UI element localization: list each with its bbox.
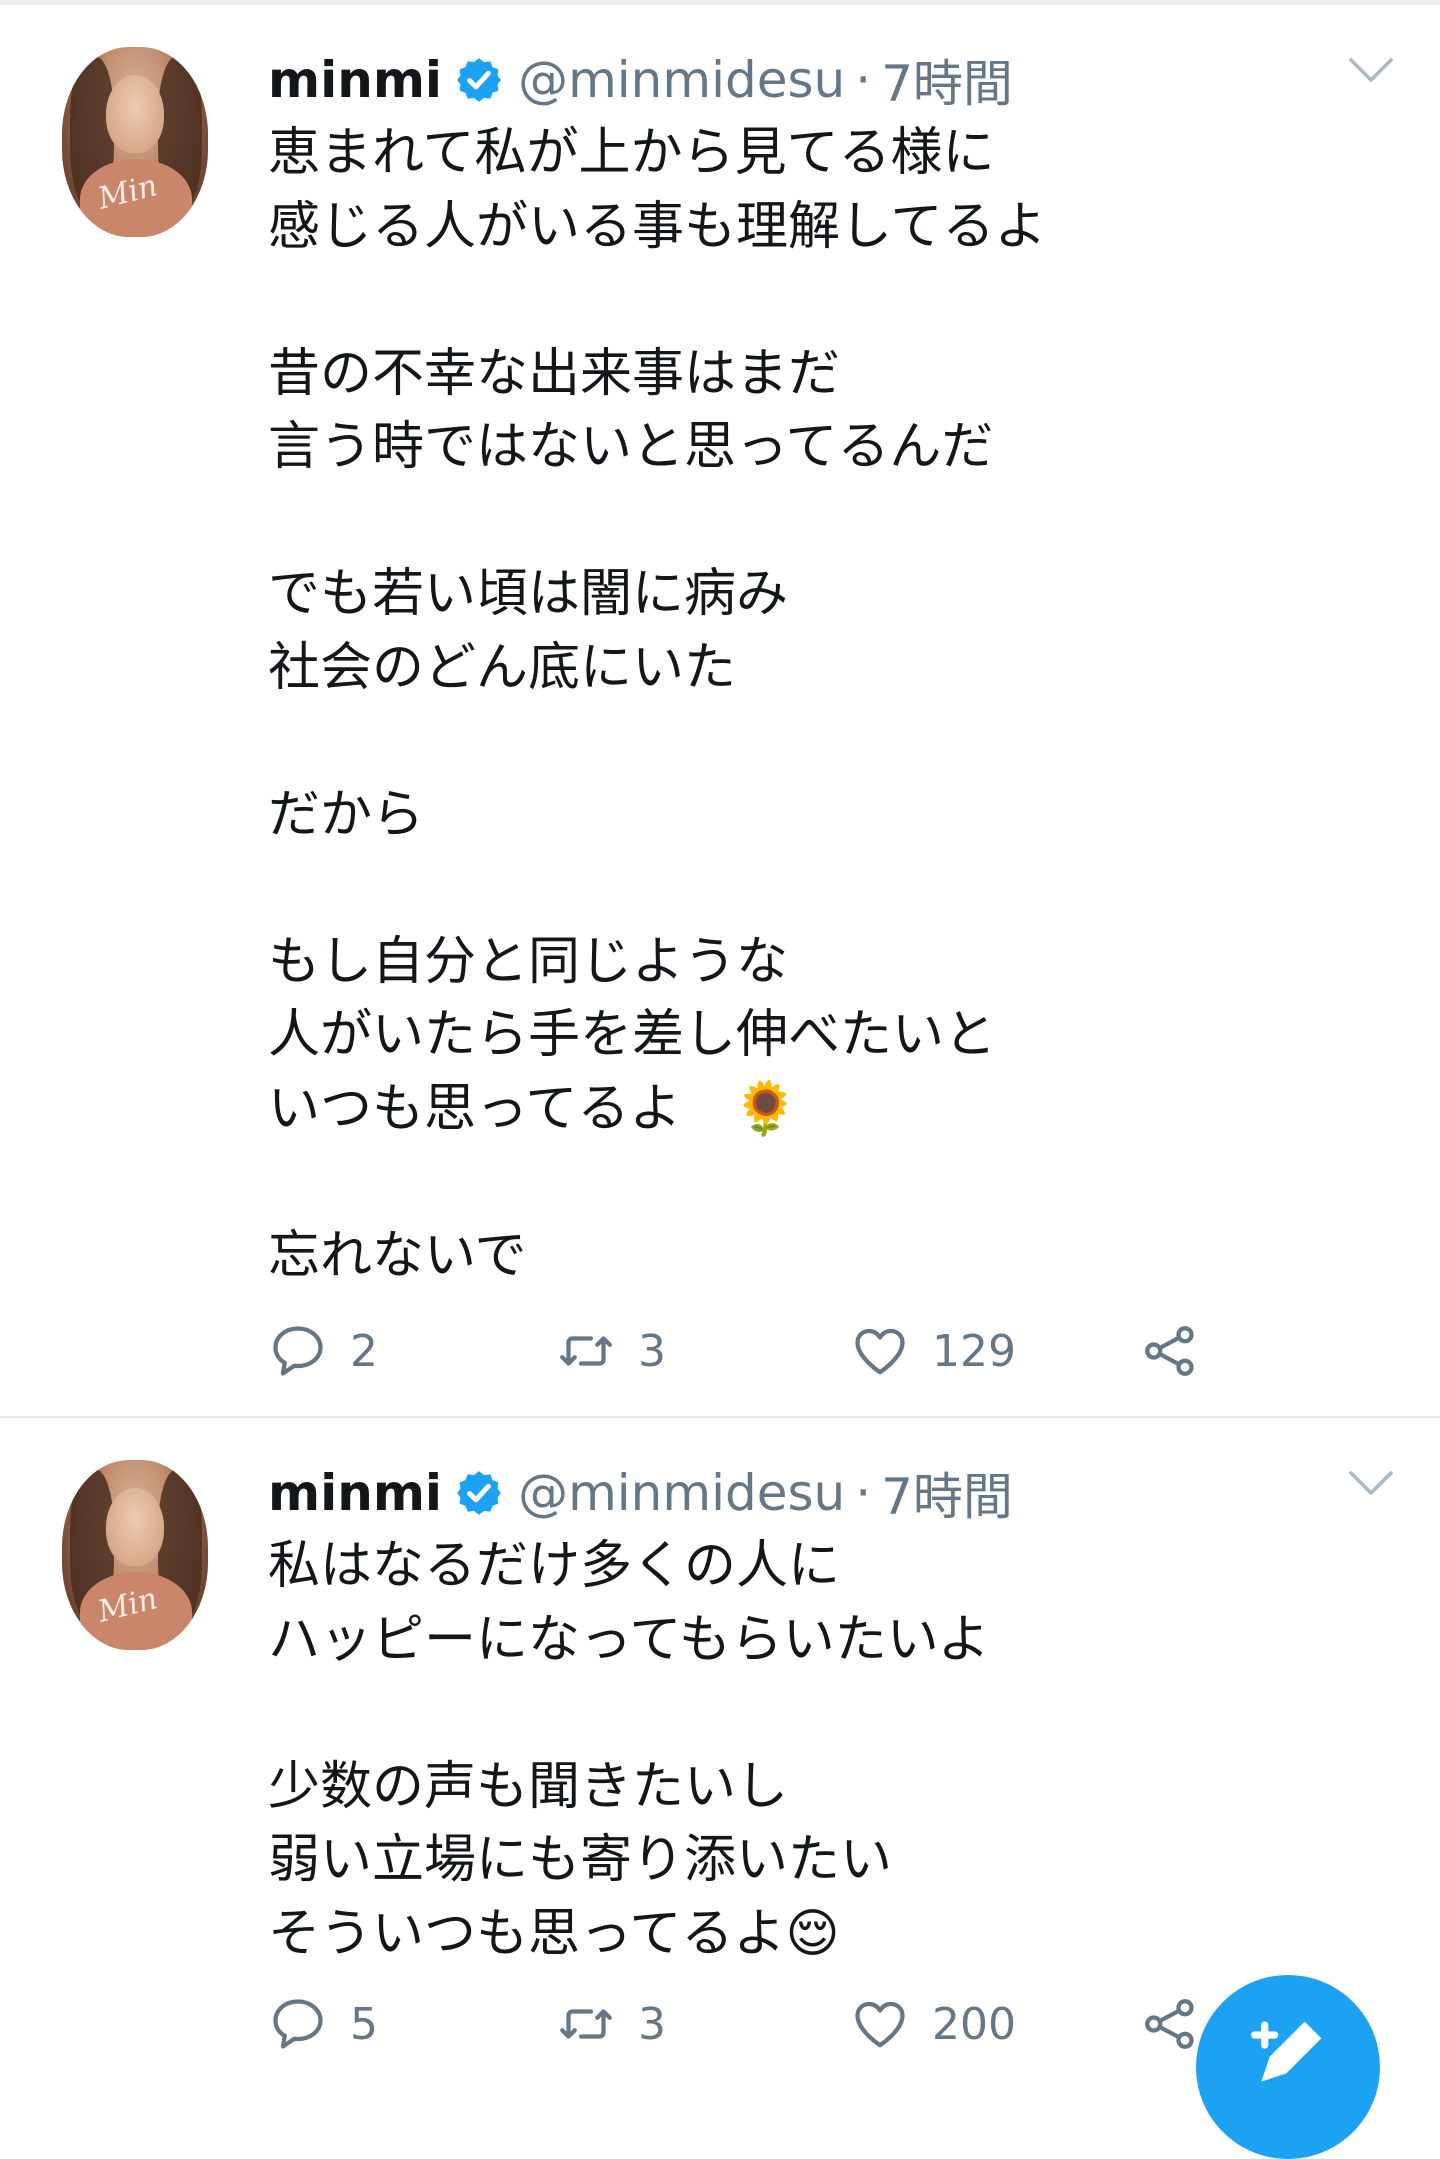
retweet-icon bbox=[560, 1336, 612, 1366]
username-handle[interactable]: @minmidesu bbox=[518, 51, 845, 109]
separator-dot: · bbox=[855, 51, 872, 109]
reply-count: 5 bbox=[350, 1998, 378, 2050]
verified-badge-icon bbox=[457, 1471, 501, 1515]
display-name[interactable]: minmi bbox=[268, 1464, 442, 1522]
reply-button[interactable]: 5 bbox=[268, 1989, 378, 2059]
like-count: 200 bbox=[932, 1998, 1016, 2050]
share-button[interactable] bbox=[1140, 1316, 1200, 1386]
share-icon bbox=[1145, 1999, 1194, 2049]
retweet-button[interactable]: 3 bbox=[556, 1316, 666, 1386]
chevron-down-icon[interactable] bbox=[1348, 55, 1394, 85]
reply-bubble-icon bbox=[273, 1999, 323, 2049]
compose-tweet-button[interactable] bbox=[1196, 1975, 1380, 2159]
share-icon bbox=[1145, 1326, 1194, 1376]
timestamp[interactable]: 7時間 bbox=[881, 1457, 1013, 1529]
tweet-header: minmi @minmidesu · 7時間 bbox=[268, 1458, 1013, 1528]
compose-tweet-icon bbox=[1251, 2021, 1322, 2082]
tweet-actions: 2 3 129 bbox=[268, 1316, 1268, 1386]
avatar-face bbox=[106, 1488, 164, 1566]
reply-button[interactable]: 2 bbox=[268, 1316, 378, 1386]
chevron-down-icon[interactable] bbox=[1348, 1468, 1394, 1498]
username-handle[interactable]: @minmidesu bbox=[518, 1464, 845, 1522]
retweet-count: 3 bbox=[638, 1998, 666, 2050]
like-button[interactable]: 200 bbox=[850, 1989, 1016, 2059]
tweet-card[interactable]: Min minmi @minmidesu · 7時間 私はなるだけ多くの人に ハ… bbox=[0, 1418, 1440, 2059]
avatar[interactable]: Min bbox=[62, 1460, 208, 1650]
tweet-text: 私はなるだけ多くの人に ハッピーになってもらいたいよ 少数の声も聞きたいし 弱い… bbox=[268, 1536, 990, 1964]
reply-count: 2 bbox=[350, 1325, 378, 1377]
reply-bubble-icon bbox=[273, 1326, 323, 1376]
tweet-text: 恵まれて私が上から見てる様に 感じる人がいる事も理解してるよ 昔の不幸な出来事は… bbox=[268, 123, 1047, 1286]
avatar-face bbox=[106, 75, 164, 153]
like-count: 129 bbox=[932, 1325, 1016, 1377]
verified-badge-icon bbox=[457, 58, 501, 102]
share-button[interactable] bbox=[1140, 1989, 1200, 2059]
display-name[interactable]: minmi bbox=[268, 51, 442, 109]
timestamp[interactable]: 7時間 bbox=[881, 44, 1013, 116]
retweet-icon bbox=[560, 2009, 612, 2039]
tweet-header: minmi @minmidesu · 7時間 bbox=[268, 45, 1013, 115]
separator-dot: · bbox=[855, 1464, 872, 1522]
avatar[interactable]: Min bbox=[62, 47, 208, 237]
heart-icon bbox=[855, 1328, 905, 1375]
tweet-actions: 5 3 200 bbox=[268, 1989, 1268, 2059]
retweet-count: 3 bbox=[638, 1325, 666, 1377]
heart-icon bbox=[855, 2001, 905, 2048]
like-button[interactable]: 129 bbox=[850, 1316, 1016, 1386]
retweet-button[interactable]: 3 bbox=[556, 1989, 666, 2059]
tweet-card[interactable]: Min minmi @minmidesu · 7時間 恵まれて私が上から見てる様… bbox=[0, 5, 1440, 1416]
